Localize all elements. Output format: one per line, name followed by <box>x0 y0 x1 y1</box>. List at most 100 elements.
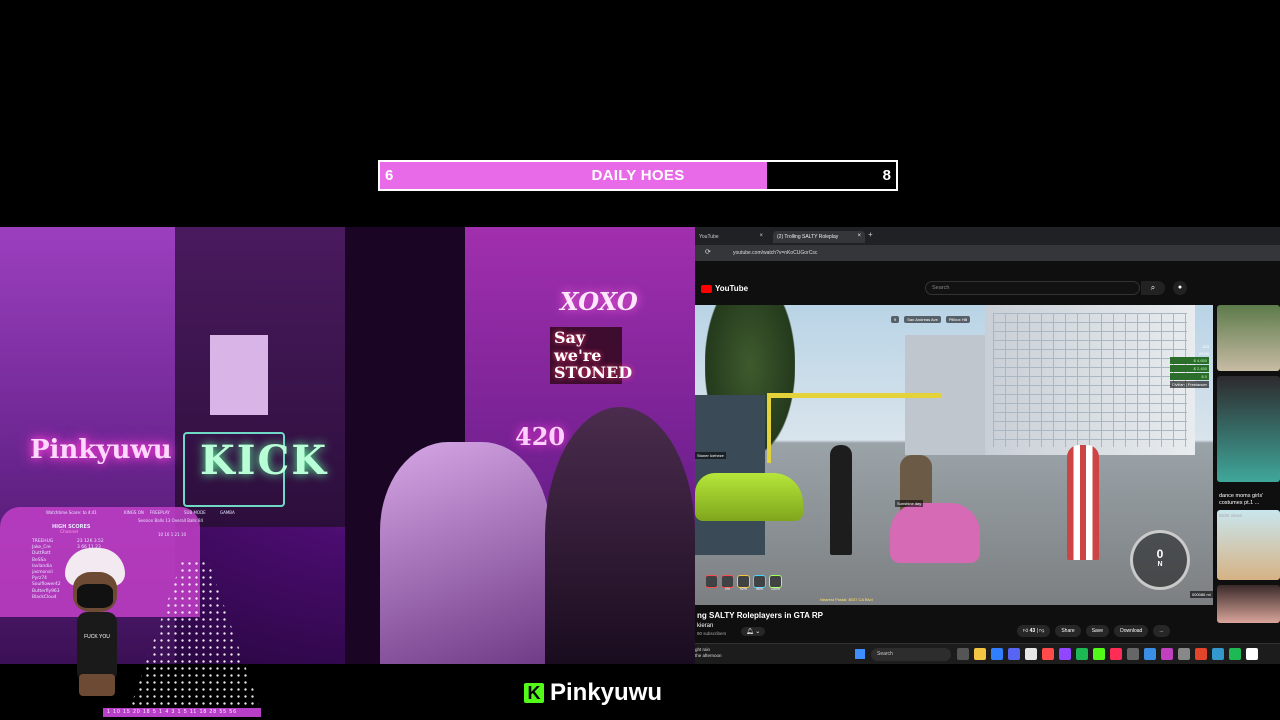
recommended-sidebar: dance moms girls' costumes pt.1 ... 953K… <box>1217 305 1280 628</box>
player-nametag: Stoner Iceheze <box>695 452 726 459</box>
neon-sign-pinkyuwu: Pinkyuwu <box>30 435 172 465</box>
avatar-mask <box>77 584 113 608</box>
hunger-status-icon: 92% <box>737 575 750 591</box>
tab-youtube[interactable]: YouTube × <box>695 231 767 243</box>
vtuber-avatar: FUCK YOU <box>55 548 145 698</box>
status-icons: 0% 92% 95% 100% <box>705 575 782 591</box>
search-input[interactable]: Search <box>925 281 1140 295</box>
like-count: 43 <box>1029 628 1036 634</box>
yellow-barrier <box>767 393 942 398</box>
kick-icon[interactable] <box>1093 648 1105 660</box>
tab-label: (2) Trolling SALTY Roleplay <box>777 234 839 240</box>
save-button[interactable]: Save <box>1085 625 1110 637</box>
app-icon[interactable] <box>1246 648 1258 660</box>
high-score-name: lavlandia <box>32 563 52 569</box>
weather-widget[interactable]: ght rain the afternoon <box>695 647 722 659</box>
file-explorer-icon[interactable] <box>974 648 986 660</box>
watchtime-score: Watchtime Score: to 4:41 <box>46 510 97 515</box>
nearest-postal: Nearest Postal: 8037 CA Blvd <box>820 597 873 602</box>
rec-thumbnail[interactable] <box>1217 585 1280 623</box>
kick-logo-icon: K <box>524 683 544 703</box>
channel-name[interactable]: kieran <box>697 623 713 629</box>
rec-thumbnail[interactable] <box>1217 376 1280 482</box>
rec-thumbnail[interactable] <box>1217 305 1280 371</box>
player-nametag: Sunshine day <box>895 500 924 507</box>
steam-icon[interactable] <box>1144 648 1156 660</box>
app-icon[interactable] <box>1178 648 1190 660</box>
microphone-icon[interactable]: ● <box>1173 281 1187 295</box>
high-score-name: TREEHUG <box>32 539 54 544</box>
neon-sign-stoned: Say we're STONED <box>550 327 632 384</box>
youtube-header: YouTube Search ⌕ ● <box>695 261 1280 305</box>
like-button[interactable]: 👍︎ 43 | 👎︎ <box>1017 625 1051 637</box>
hud-players: 323 <box>1202 344 1209 349</box>
hud-cash: $ 4,650 <box>1169 357 1209 364</box>
url-field[interactable]: youtube.com/watch?v=nKoCUGorCsc <box>733 250 817 256</box>
close-icon[interactable]: × <box>857 233 861 239</box>
high-score-name: jasmonsil <box>32 570 53 575</box>
rec-thumbnail[interactable] <box>1217 510 1280 580</box>
new-tab-icon[interactable]: + <box>868 230 873 239</box>
goal-target: 8 <box>882 167 891 184</box>
hud-bank: $ 2,450 <box>1169 365 1209 372</box>
stat-label-freeplay: FREEPLAY <box>150 510 170 515</box>
youtube-play-icon <box>701 284 712 293</box>
app-icon[interactable] <box>1229 648 1241 660</box>
close-icon[interactable]: × <box>759 233 763 239</box>
rec-title[interactable]: dance moms girls' costumes pt.1 ... <box>1219 493 1280 507</box>
money-hud: 323 29:00 $ 4,650 $ 2,450 $ 0 Civilian |… <box>1169 343 1209 388</box>
reload-icon[interactable]: ⟳ <box>705 248 711 256</box>
hud-role: Civilian | Freelancer <box>1169 381 1209 388</box>
discord-icon[interactable] <box>1008 648 1020 660</box>
avatar-shirt-text: FUCK YOU <box>84 634 110 640</box>
app-icon[interactable] <box>1042 648 1054 660</box>
chrome-icon[interactable] <box>1025 648 1037 660</box>
pink-motorcycle <box>890 503 980 563</box>
taskbar-search[interactable]: Search <box>871 648 951 661</box>
hud-time: 29:00 <box>1198 351 1209 356</box>
windows-start-icon[interactable] <box>855 649 865 659</box>
hud-id: 9 <box>891 316 900 323</box>
daily-goal-bar: 6 DAILY HOES 8 <box>378 160 898 191</box>
edge-icon[interactable] <box>991 648 1003 660</box>
clown-character <box>1067 445 1099 560</box>
more-button[interactable]: ... <box>1153 625 1170 637</box>
video-player[interactable]: 9 San Andreas Ave Pillbox Hill 323 29:00… <box>695 305 1213 605</box>
yellow-post <box>767 393 771 463</box>
stat-label-kings: KINGS ON <box>124 510 144 515</box>
high-score-name: BeSSa <box>32 557 46 563</box>
neon-sign-kick: KICK <box>200 437 329 484</box>
app-icon[interactable] <box>1212 648 1224 660</box>
odometer: 000086 mi <box>1190 591 1213 598</box>
speedometer: 0 N <box>1130 530 1190 590</box>
avatar-legs <box>79 674 115 696</box>
windows-taskbar: ght rain the afternoon Search <box>695 643 1280 664</box>
health-status-icon <box>705 575 718 588</box>
brand-footer: K Pinkyuwu <box>524 679 662 707</box>
search-icon[interactable]: ⌕ <box>1141 281 1165 295</box>
task-view-icon[interactable] <box>957 648 969 660</box>
tab-label: YouTube <box>699 234 719 240</box>
neon-sign-420: 420 <box>515 422 566 451</box>
stat-label-gamba: GAMBA <box>220 510 235 515</box>
app-icon[interactable] <box>1110 648 1122 660</box>
video-title: ng SALTY Roleplayers in GTA RP <box>697 611 823 620</box>
obs-icon[interactable] <box>1127 648 1139 660</box>
bell-icon[interactable]: 🔔︎ ⌄ <box>741 627 766 636</box>
thirst-status-icon: 95% <box>753 575 766 591</box>
goal-title: DAILY HOES <box>591 167 685 184</box>
poster <box>210 335 268 415</box>
hud-area: Pillbox Hill <box>945 316 971 323</box>
tab-video[interactable]: (2) Trolling SALTY Roleplay × <box>773 231 865 243</box>
avatar-body: FUCK YOU <box>77 612 117 682</box>
location-hud: 9 San Andreas Ave Pillbox Hill <box>891 316 971 323</box>
spotify-icon[interactable] <box>1076 648 1088 660</box>
app-icon[interactable] <box>1161 648 1173 660</box>
share-button[interactable]: Share <box>1055 625 1081 637</box>
tab-bar: YouTube × (2) Trolling SALTY Roleplay × … <box>695 227 1280 245</box>
download-button[interactable]: Download <box>1114 625 1149 637</box>
youtube-logo[interactable]: YouTube <box>701 284 748 293</box>
app-icon[interactable] <box>1195 648 1207 660</box>
twitch-icon[interactable] <box>1059 648 1071 660</box>
weather-line: the afternoon <box>695 653 722 658</box>
